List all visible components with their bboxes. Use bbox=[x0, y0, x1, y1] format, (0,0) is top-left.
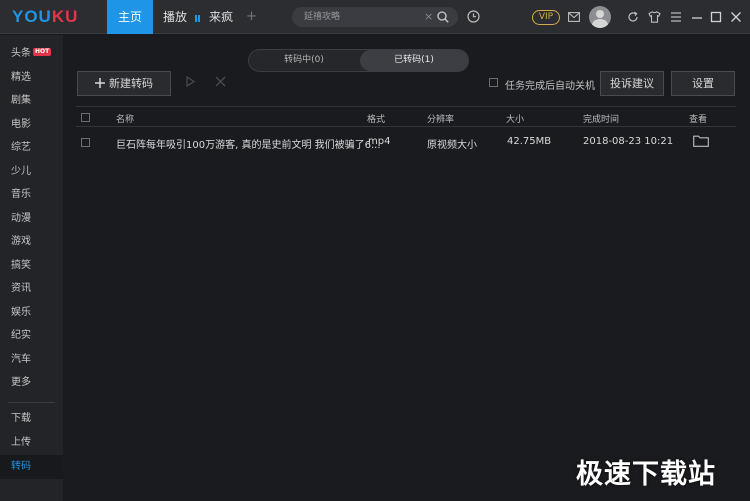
open-folder-icon[interactable] bbox=[693, 135, 709, 150]
tab-transcoded[interactable]: 已转码(1) bbox=[360, 50, 468, 71]
sidebar-item-games[interactable]: 游戏 bbox=[0, 230, 63, 254]
column-header-view: 查看 bbox=[689, 115, 708, 125]
column-header-resolution[interactable]: 分辨率 bbox=[427, 112, 454, 125]
sidebar-item-anime[interactable]: 动漫 bbox=[0, 207, 63, 231]
sidebar-item-news[interactable]: 资讯 bbox=[0, 277, 63, 301]
menu-icon[interactable] bbox=[670, 11, 682, 26]
sidebar-item-entertainment[interactable]: 娱乐 bbox=[0, 301, 63, 325]
delete-x-icon[interactable] bbox=[215, 76, 226, 90]
sidebar-item-transcode[interactable]: 转码 bbox=[0, 455, 63, 479]
search-icon[interactable] bbox=[437, 11, 449, 26]
feedback-button[interactable]: 投诉建议 bbox=[600, 71, 664, 96]
row-checkbox[interactable] bbox=[81, 138, 90, 147]
plus-icon bbox=[95, 78, 105, 88]
settings-button[interactable]: 设置 bbox=[671, 71, 735, 96]
sidebar-item-headlines[interactable]: 头条 HOT bbox=[0, 42, 63, 66]
sidebar-item-label: 综艺 bbox=[11, 142, 31, 153]
tab-laifeng[interactable]: 来疯 bbox=[209, 0, 233, 34]
sidebar-item-label: 音乐 bbox=[11, 189, 31, 200]
tab-transcoding[interactable]: 转码中(0) bbox=[251, 50, 357, 71]
tab-home[interactable]: 主页 bbox=[107, 0, 153, 34]
mail-icon[interactable] bbox=[568, 12, 580, 25]
maximize-icon[interactable] bbox=[710, 11, 722, 26]
sidebar-item-label: 剧集 bbox=[11, 95, 31, 106]
sidebar-item-label: 纪实 bbox=[11, 330, 31, 341]
sidebar-item-label: 汽车 bbox=[11, 354, 31, 365]
sidebar-item-label: 游戏 bbox=[11, 236, 31, 247]
new-transcode-button[interactable]: 新建转码 bbox=[77, 71, 171, 96]
sidebar-item-more[interactable]: 更多 bbox=[0, 371, 63, 395]
refresh-icon[interactable] bbox=[627, 11, 639, 26]
start-play-icon[interactable] bbox=[186, 75, 196, 90]
sidebar-item-label: 转码 bbox=[11, 461, 31, 472]
logo-text-ku: KU bbox=[51, 7, 79, 26]
search-input[interactable] bbox=[304, 10, 416, 24]
sidebar-item-label: 上传 bbox=[11, 437, 31, 448]
row-name: 巨石阵每年吸引100万游客, 真的是史前文明 我们被骗了6... bbox=[116, 140, 381, 151]
sidebar-item-label: 资讯 bbox=[11, 283, 31, 294]
sidebar-item-download[interactable]: 下载 bbox=[0, 407, 63, 431]
sidebar-item-series[interactable]: 剧集 bbox=[0, 89, 63, 113]
close-icon[interactable] bbox=[730, 11, 742, 26]
sidebar-item-kids[interactable]: 少儿 bbox=[0, 160, 63, 184]
sidebar-item-label: 搞笑 bbox=[11, 260, 31, 271]
avatar[interactable] bbox=[589, 6, 611, 28]
column-header-name[interactable]: 名称 bbox=[116, 112, 134, 125]
sidebar-item-featured[interactable]: 精选 bbox=[0, 66, 63, 90]
column-header-completed[interactable]: 完成时间 bbox=[583, 112, 619, 125]
column-header-format[interactable]: 格式 bbox=[367, 112, 385, 125]
table-header-divider bbox=[76, 126, 736, 127]
watermark-text: 极速下载站 bbox=[576, 459, 716, 490]
sidebar-item-label: 精选 bbox=[11, 72, 31, 83]
add-tab-icon[interactable]: + bbox=[246, 9, 257, 24]
sidebar-item-label: 下载 bbox=[11, 413, 31, 424]
clear-search-icon[interactable]: × bbox=[424, 10, 433, 23]
sidebar-item-label: 电影 bbox=[11, 119, 31, 130]
sidebar-item-music[interactable]: 音乐 bbox=[0, 183, 63, 207]
title-bar: YOUKU 主页 播放 来疯 + × VIP bbox=[0, 0, 750, 34]
tab-play[interactable]: 播放 bbox=[163, 0, 201, 34]
sidebar-item-variety[interactable]: 综艺 bbox=[0, 136, 63, 160]
tab-play-label: 播放 bbox=[163, 10, 188, 24]
history-clock-icon[interactable] bbox=[467, 10, 480, 26]
skin-shirt-icon[interactable] bbox=[648, 11, 661, 26]
auto-shutdown-label: 任务完成后自动关机 bbox=[505, 81, 595, 92]
tab-home-label: 主页 bbox=[117, 10, 142, 24]
sidebar-item-label: 更多 bbox=[11, 377, 31, 388]
youku-logo[interactable]: YOUKU bbox=[12, 7, 78, 27]
sidebar-item-upload[interactable]: 上传 bbox=[0, 431, 63, 455]
column-header-size[interactable]: 大小 bbox=[506, 112, 524, 125]
hot-badge: HOT bbox=[33, 48, 52, 56]
table-top-divider bbox=[76, 106, 736, 107]
row-size: 42.75MB bbox=[507, 136, 552, 147]
sidebar-item-auto[interactable]: 汽车 bbox=[0, 348, 63, 372]
playing-indicator-icon bbox=[194, 1, 201, 35]
minimize-icon[interactable] bbox=[691, 11, 703, 26]
sidebar: 头条 HOT 精选 剧集 电影 综艺 少儿 音乐 动漫 游戏 搞笑 资讯 娱乐 纪… bbox=[0, 35, 63, 501]
sidebar-item-movies[interactable]: 电影 bbox=[0, 113, 63, 137]
transcode-tabs: 转码中(0) 已转码(1) bbox=[248, 49, 469, 72]
row-format: mp4 bbox=[368, 136, 391, 147]
sidebar-item-funny[interactable]: 搞笑 bbox=[0, 254, 63, 278]
sidebar-item-documentary[interactable]: 纪实 bbox=[0, 324, 63, 348]
sidebar-item-label: 动漫 bbox=[11, 213, 31, 224]
search-box: × bbox=[292, 7, 458, 27]
logo-text-you: YOU bbox=[12, 7, 52, 26]
auto-shutdown-checkbox[interactable] bbox=[489, 78, 498, 87]
select-all-checkbox[interactable] bbox=[81, 113, 90, 122]
row-completed-time: 2018-08-23 10:21 bbox=[583, 136, 674, 147]
new-transcode-label: 新建转码 bbox=[109, 77, 153, 90]
tab-laifeng-label: 来疯 bbox=[209, 10, 234, 24]
row-resolution: 原视频大小 bbox=[427, 140, 477, 151]
sidebar-divider bbox=[8, 402, 55, 403]
sidebar-item-label: 娱乐 bbox=[11, 307, 31, 318]
sidebar-item-label: 少儿 bbox=[11, 166, 31, 177]
vip-button[interactable]: VIP bbox=[532, 10, 560, 25]
sidebar-item-label: 头条 bbox=[11, 48, 31, 59]
